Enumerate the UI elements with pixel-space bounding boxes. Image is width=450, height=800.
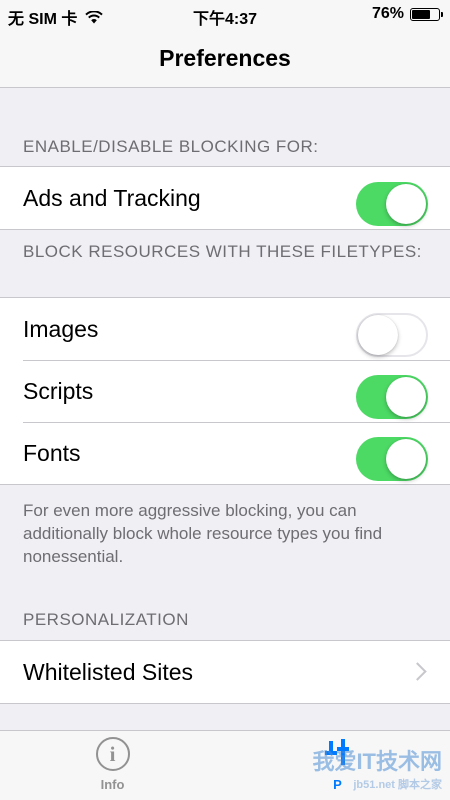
navigation-bar: Preferences [0, 30, 450, 88]
filetypes-footer-note: For even more aggressive blocking, you c… [23, 501, 383, 566]
fonts-toggle[interactable] [356, 437, 428, 481]
section-header-personalization: PERSONALIZATION [23, 610, 189, 629]
battery-level [412, 9, 430, 19]
scripts-row: Scripts [0, 360, 450, 422]
tab-info-label: Info [100, 777, 125, 792]
section-header-filetypes: BLOCK RESOURCES WITH THESE FILETYPES: [23, 242, 422, 261]
fonts-label: Fonts [23, 440, 81, 466]
fonts-row: Fonts [0, 422, 450, 484]
ads-tracking-label: Ads and Tracking [23, 185, 201, 211]
blocking-group: Ads and Tracking [0, 166, 450, 230]
filetypes-group: Images Scripts Fonts [0, 297, 450, 485]
images-label: Images [23, 316, 99, 342]
watermark: 我爱IT技术网 jb51.net 脚本之家 [312, 749, 442, 791]
toggle-knob [386, 377, 426, 417]
ads-tracking-toggle[interactable] [356, 182, 428, 226]
scripts-label: Scripts [23, 378, 94, 404]
images-toggle[interactable] [356, 313, 428, 357]
toggle-knob [358, 315, 398, 355]
section-header-blocking: ENABLE/DISABLE BLOCKING FOR: [23, 137, 319, 156]
toggle-knob [386, 439, 426, 479]
images-row: Images [0, 298, 450, 360]
battery-icon [410, 7, 443, 21]
toggle-knob [386, 184, 426, 224]
status-bar: 无 SIM 卡 下午4:37 76% [0, 0, 450, 30]
page-title: Preferences [159, 45, 291, 71]
battery-percent: 76% [371, 5, 404, 22]
chevron-right-icon [408, 662, 427, 681]
whitelisted-sites-row[interactable]: Whitelisted Sites [0, 641, 450, 703]
ads-tracking-row: Ads and Tracking [0, 167, 450, 229]
whitelisted-sites-label: Whitelisted Sites [23, 659, 194, 685]
personalization-group: Whitelisted Sites [0, 640, 450, 704]
info-icon: i [95, 737, 130, 771]
tab-info[interactable]: i Info [0, 737, 225, 792]
scripts-toggle[interactable] [356, 375, 428, 419]
tab-bar: i Info P 我爱IT技术网 jb51.net 脚本之家 [0, 730, 450, 800]
